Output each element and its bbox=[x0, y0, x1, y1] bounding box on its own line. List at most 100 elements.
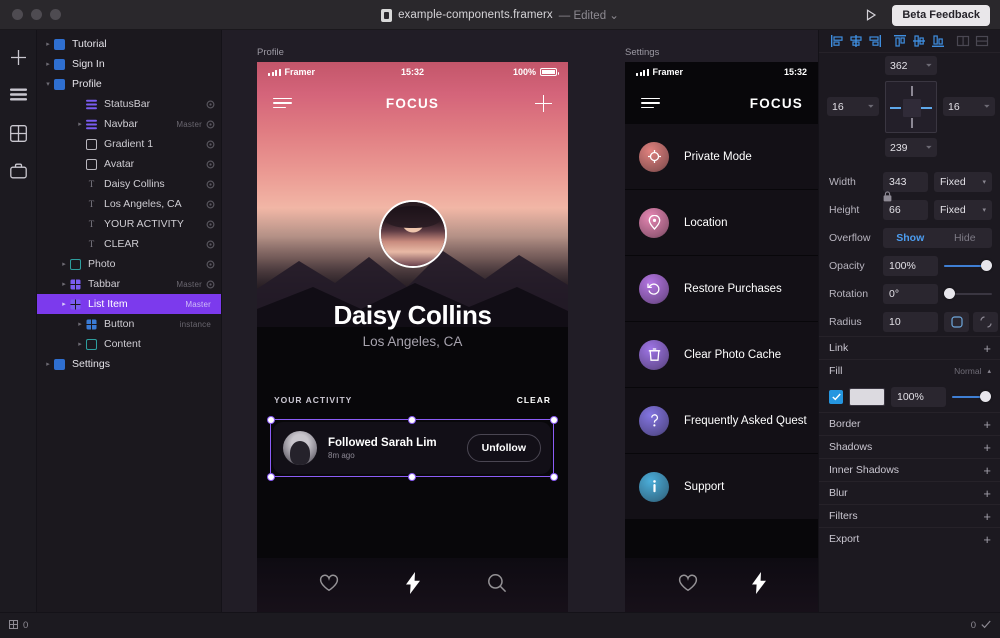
layer-row[interactable]: ▸ Content bbox=[37, 334, 221, 354]
avatar[interactable] bbox=[378, 200, 447, 268]
close-button[interactable] bbox=[12, 9, 23, 20]
add-icon[interactable]: + bbox=[983, 487, 991, 500]
layer-row[interactable]: T Daisy Collins bbox=[37, 174, 221, 194]
section-link[interactable]: Link + bbox=[819, 336, 1000, 359]
visibility-icon[interactable] bbox=[206, 100, 215, 109]
constraints-editor[interactable]: 362 ⏷ 16 ⏷ 16 ⏷ 239 ⏷ bbox=[819, 53, 1000, 168]
frame-label-profile[interactable]: Profile bbox=[257, 47, 284, 58]
distribute-h-icon[interactable] bbox=[953, 32, 972, 51]
navbar-component[interactable]: FOCUS bbox=[257, 82, 568, 124]
resize-handle-tr[interactable] bbox=[550, 416, 557, 423]
layer-row[interactable]: T Los Angeles, CA bbox=[37, 194, 221, 214]
settings-row[interactable]: Restore Purchases bbox=[625, 256, 818, 321]
overflow-hide-option[interactable]: Hide bbox=[938, 228, 993, 248]
rotation-input[interactable]: 0° bbox=[883, 284, 938, 304]
layer-row[interactable]: ▸ List Item Master bbox=[37, 294, 221, 314]
slider-knob[interactable] bbox=[944, 288, 955, 299]
layer-row[interactable]: Avatar bbox=[37, 154, 221, 174]
blend-mode-value[interactable]: Normal bbox=[954, 366, 981, 376]
layer-disclosure-icon[interactable]: ▸ bbox=[75, 320, 85, 328]
statusbar-component-2[interactable]: Framer 15:32 bbox=[625, 62, 818, 82]
layer-disclosure-icon[interactable]: ▸ bbox=[59, 300, 69, 308]
settings-row[interactable]: Support bbox=[625, 454, 818, 519]
rotation-slider[interactable] bbox=[944, 284, 992, 304]
unfollow-button[interactable]: Unfollow bbox=[466, 434, 541, 462]
layer-row[interactable]: StatusBar bbox=[37, 94, 221, 114]
fill-color-swatch[interactable] bbox=[849, 388, 885, 406]
opacity-slider[interactable] bbox=[944, 256, 992, 276]
constraint-left-field[interactable]: 16 ⏷ bbox=[827, 97, 879, 116]
layer-disclosure-icon[interactable]: ▸ bbox=[43, 360, 53, 368]
align-center-h-icon[interactable] bbox=[846, 32, 865, 51]
tabbar-component-2[interactable] bbox=[625, 558, 818, 612]
constraint-bottom-field[interactable]: 239 ⏷ bbox=[885, 138, 937, 157]
add-icon[interactable]: + bbox=[983, 510, 991, 523]
frame-settings[interactable]: Framer 15:32 FOCUS Private Mode Location R… bbox=[625, 62, 818, 612]
radius-input[interactable]: 10 bbox=[883, 312, 938, 332]
align-center-v-icon[interactable] bbox=[909, 32, 928, 51]
beta-feedback-button[interactable]: Beta Feedback bbox=[892, 4, 990, 26]
settings-row[interactable]: Location bbox=[625, 190, 818, 255]
align-bottom-icon[interactable] bbox=[928, 32, 947, 51]
resize-handle-bl[interactable] bbox=[267, 473, 274, 480]
bolt-icon[interactable] bbox=[752, 571, 766, 599]
layer-disclosure-icon[interactable]: ▸ bbox=[75, 340, 85, 348]
plus-icon[interactable] bbox=[535, 94, 552, 112]
constraint-box[interactable] bbox=[885, 81, 937, 133]
fill-opacity-slider[interactable] bbox=[952, 387, 991, 407]
grid-icon[interactable] bbox=[9, 619, 18, 632]
layer-row[interactable]: ▸ Tabbar Master bbox=[37, 274, 221, 294]
layer-row[interactable]: ▸ Settings bbox=[37, 354, 221, 374]
lock-aspect-icon[interactable] bbox=[883, 189, 892, 207]
maximize-button[interactable] bbox=[50, 9, 61, 20]
section-fill[interactable]: Fill Normal ▴ bbox=[819, 359, 1000, 382]
overflow-show-option[interactable]: Show bbox=[883, 228, 938, 248]
design-canvas[interactable]: Profile Settings Framer 15:32 100% FOCUS… bbox=[222, 30, 818, 612]
section-blur[interactable]: Blur + bbox=[819, 481, 1000, 504]
hamburger-icon[interactable] bbox=[641, 97, 660, 109]
insert-tool[interactable] bbox=[0, 38, 37, 76]
visibility-icon[interactable] bbox=[206, 240, 215, 249]
fill-opacity-input[interactable]: 100% bbox=[891, 387, 946, 407]
visibility-icon[interactable] bbox=[206, 220, 215, 229]
layer-disclosure-icon[interactable]: ▸ bbox=[43, 60, 53, 68]
minimize-button[interactable] bbox=[31, 9, 42, 20]
play-icon[interactable] bbox=[862, 6, 880, 24]
add-icon[interactable]: + bbox=[983, 441, 991, 454]
layer-disclosure-icon[interactable]: ▸ bbox=[59, 280, 69, 288]
heart-icon[interactable] bbox=[678, 574, 698, 597]
layer-disclosure-icon[interactable]: ▾ bbox=[43, 80, 53, 88]
visibility-icon[interactable] bbox=[206, 160, 215, 169]
add-icon[interactable]: + bbox=[983, 464, 991, 477]
pin-top-icon[interactable] bbox=[911, 86, 913, 96]
align-top-icon[interactable] bbox=[890, 32, 909, 51]
height-mode-select[interactable]: Fixed ▾ bbox=[934, 200, 992, 220]
section-filters[interactable]: Filters + bbox=[819, 504, 1000, 527]
align-left-icon[interactable] bbox=[827, 32, 846, 51]
settings-list[interactable]: Private Mode Location Restore Purchases Cle… bbox=[625, 124, 818, 520]
chevron-up-icon[interactable]: ▴ bbox=[987, 367, 991, 375]
visibility-icon[interactable] bbox=[206, 280, 215, 289]
layer-row[interactable]: ▸ Sign In bbox=[37, 54, 221, 74]
layers-panel[interactable]: ▸ Tutorial ▸ Sign In ▾ Profile StatusBar ▸ Navba… bbox=[37, 30, 222, 612]
settings-row[interactable]: Private Mode bbox=[625, 124, 818, 189]
visibility-icon[interactable] bbox=[206, 140, 215, 149]
add-icon[interactable]: + bbox=[983, 533, 991, 546]
pin-left-icon[interactable] bbox=[890, 107, 901, 109]
width-mode-select[interactable]: Fixed ▾ bbox=[934, 172, 992, 192]
visibility-icon[interactable] bbox=[206, 120, 215, 129]
constraint-top-field[interactable]: 362 ⏷ bbox=[885, 56, 937, 75]
layer-row[interactable]: T CLEAR bbox=[37, 234, 221, 254]
resize-handle-br[interactable] bbox=[550, 473, 557, 480]
radius-uniform-icon[interactable] bbox=[944, 312, 969, 332]
section-export[interactable]: Export + bbox=[819, 527, 1000, 550]
settings-row[interactable]: Clear Photo Cache bbox=[625, 322, 818, 387]
assets-tool[interactable] bbox=[0, 152, 37, 190]
bolt-icon[interactable] bbox=[405, 571, 420, 599]
check-icon[interactable] bbox=[981, 620, 991, 632]
overflow-segmented[interactable]: Show Hide bbox=[883, 228, 992, 248]
components-tool[interactable] bbox=[0, 114, 37, 152]
layer-disclosure-icon[interactable]: ▸ bbox=[75, 120, 85, 128]
heart-icon[interactable] bbox=[319, 574, 339, 597]
statusbar-component[interactable]: Framer 15:32 100% bbox=[257, 62, 568, 82]
